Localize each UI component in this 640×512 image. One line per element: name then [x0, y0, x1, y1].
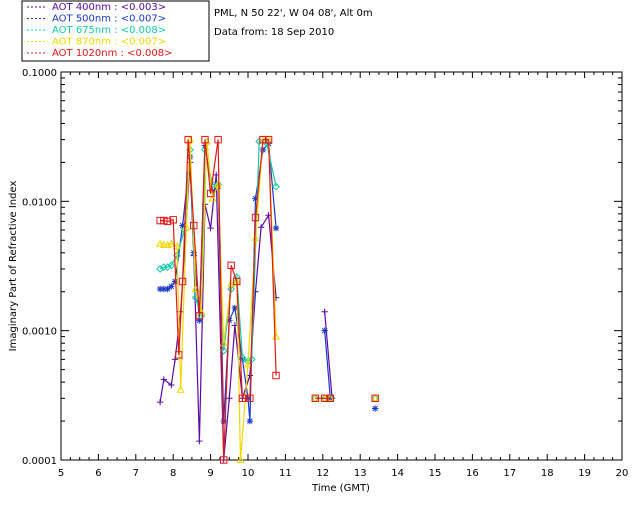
data-point [168, 283, 175, 290]
legend-value: <0.008> [127, 48, 172, 59]
y-tick-label: 0.0001 [22, 456, 57, 467]
x-tick-label: 12 [316, 468, 329, 479]
x-tick-label: 19 [578, 468, 591, 479]
legend-separator: : [111, 2, 121, 13]
x-tick-label: 8 [170, 468, 176, 479]
x-tick-label: 14 [391, 468, 404, 479]
data-point [207, 224, 214, 232]
legend-label: AOT 675nm [52, 25, 111, 36]
legend-separator: : [111, 25, 121, 36]
data-point [321, 327, 328, 334]
data-point [272, 224, 280, 232]
legend-value: <0.007> [121, 37, 166, 48]
legend-entry: AOT 870nm : <0.007> [52, 37, 166, 48]
data-point [246, 417, 254, 425]
legend-label: AOT 1020nm [52, 48, 117, 59]
data-point [196, 437, 203, 445]
x-tick-label: 20 [616, 468, 629, 479]
x-tick-label: 9 [207, 468, 213, 479]
x-tick-label: 6 [95, 468, 101, 479]
x-tick-label: 17 [503, 468, 516, 479]
y-axis-label: Imaginary Part of Refractive Index [8, 181, 19, 352]
legend-label: AOT 870nm [52, 37, 111, 48]
y-tick-label: 0.0010 [22, 327, 57, 338]
x-tick-label: 18 [541, 468, 554, 479]
y-tick-label: 0.0100 [22, 197, 57, 208]
legend: AOT 400nm : <0.003>AOT 500nm : <0.007>AO… [21, 0, 210, 62]
data-point [220, 417, 227, 425]
y-tick-label: 0.1000 [22, 68, 57, 79]
x-tick-label: 13 [354, 468, 367, 479]
refractive-index-chart: AOT 400nm : <0.003>AOT 500nm : <0.007>AO… [8, 0, 629, 494]
x-tick-label: 16 [466, 468, 479, 479]
data-point [156, 398, 164, 406]
legend-entry: AOT 675nm : <0.008> [52, 25, 166, 36]
x-tick-label: 15 [429, 468, 442, 479]
legend-entry: AOT 500nm : <0.007> [52, 14, 166, 25]
series-line [324, 311, 333, 399]
legend-value: <0.003> [121, 2, 166, 13]
plot-frame [60, 71, 623, 461]
series-aot-870nm [156, 135, 380, 464]
x-tick-label: 5 [58, 468, 64, 479]
legend-entry: AOT 400nm : <0.003> [52, 2, 166, 13]
legend-label: AOT 400nm [52, 2, 111, 13]
data-point [257, 224, 265, 231]
data-point [226, 395, 233, 402]
data-point [321, 308, 328, 315]
x-axis-label: Time (GMT) [311, 483, 370, 494]
x-tick-label: 11 [279, 468, 292, 479]
legend-separator: : [111, 37, 121, 48]
legend-separator: : [117, 48, 127, 59]
legend-entry: AOT 1020nm : <0.008> [52, 48, 172, 59]
date-info: Data from: 18 Sep 2010 [214, 27, 334, 38]
data-point [371, 405, 379, 412]
x-tick-label: 7 [133, 468, 139, 479]
data-point [171, 356, 179, 363]
series-aot-500nm [156, 140, 379, 425]
legend-value: <0.007> [121, 14, 166, 25]
legend-label: AOT 500nm [52, 14, 111, 25]
legend-separator: : [111, 14, 121, 25]
x-tick-label: 10 [242, 468, 255, 479]
legend-value: <0.008> [121, 25, 166, 36]
series-aot-1020nm [156, 135, 379, 464]
site-info: PML, N 50 22', W 04 08', Alt 0m [214, 8, 373, 19]
